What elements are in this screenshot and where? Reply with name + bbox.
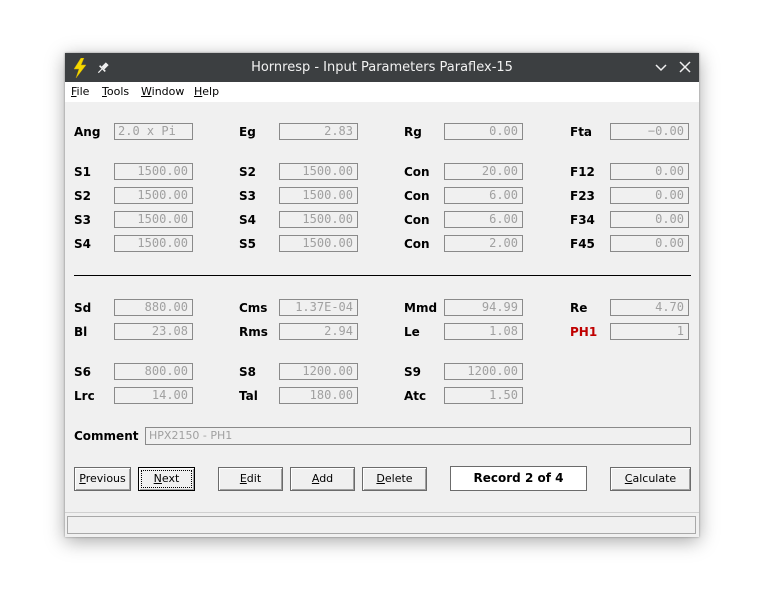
status-separator xyxy=(65,512,699,513)
label-s2: S2 xyxy=(74,189,91,203)
field-ang[interactable]: 2.0 x Pi xyxy=(114,123,193,140)
title-bar[interactable]: Hornresp - Input Parameters Paraflex-15 xyxy=(65,53,699,82)
label-s2-right: S2 xyxy=(239,165,256,179)
label-atc: Atc xyxy=(404,389,427,403)
section-divider xyxy=(74,275,691,276)
label-s6: S6 xyxy=(74,365,91,379)
window-title: Hornresp - Input Parameters Paraflex-15 xyxy=(251,60,513,75)
field-f12[interactable]: 0.00 xyxy=(610,163,689,180)
field-s6[interactable]: 800.00 xyxy=(114,363,193,380)
label-comment: Comment xyxy=(74,429,139,443)
field-eg[interactable]: 2.83 xyxy=(279,123,358,140)
field-fta[interactable]: −0.00 xyxy=(610,123,689,140)
menu-help[interactable]: Help xyxy=(194,85,219,98)
label-ph1: PH1 xyxy=(570,325,598,339)
label-s4-right: S4 xyxy=(239,213,256,227)
status-bar xyxy=(67,516,696,534)
field-f34[interactable]: 0.00 xyxy=(610,211,689,228)
delete-button[interactable]: Delete xyxy=(362,467,427,491)
field-mmd[interactable]: 94.99 xyxy=(444,299,523,316)
field-con2[interactable]: 6.00 xyxy=(444,187,523,204)
label-fta: Fta xyxy=(570,125,593,139)
field-s8[interactable]: 1200.00 xyxy=(279,363,358,380)
field-s1[interactable]: 1500.00 xyxy=(114,163,193,180)
field-s2-right[interactable]: 1500.00 xyxy=(279,163,358,180)
label-eg: Eg xyxy=(239,125,256,139)
field-con1[interactable]: 20.00 xyxy=(444,163,523,180)
field-lrc[interactable]: 14.00 xyxy=(114,387,193,404)
label-s5-right: S5 xyxy=(239,237,256,251)
label-ang: Ang xyxy=(74,125,101,139)
label-le: Le xyxy=(404,325,420,339)
field-s5-right[interactable]: 1500.00 xyxy=(279,235,358,252)
minimize-chevron-icon[interactable] xyxy=(651,57,671,77)
field-rms[interactable]: 2.94 xyxy=(279,323,358,340)
label-f45: F45 xyxy=(570,237,595,251)
field-f45[interactable]: 0.00 xyxy=(610,235,689,252)
label-con1: Con xyxy=(404,165,430,179)
label-f12: F12 xyxy=(570,165,595,179)
menu-bar: File Tools Window Help xyxy=(65,82,699,102)
field-rg[interactable]: 0.00 xyxy=(444,123,523,140)
label-rms: Rms xyxy=(239,325,268,339)
label-cms: Cms xyxy=(239,301,268,315)
next-button[interactable]: Next xyxy=(138,467,195,491)
label-f23: F23 xyxy=(570,189,595,203)
field-con3[interactable]: 6.00 xyxy=(444,211,523,228)
field-atc[interactable]: 1.50 xyxy=(444,387,523,404)
field-re[interactable]: 4.70 xyxy=(610,299,689,316)
label-sd: Sd xyxy=(74,301,92,315)
field-s9[interactable]: 1200.00 xyxy=(444,363,523,380)
field-s3[interactable]: 1500.00 xyxy=(114,211,193,228)
previous-button[interactable]: Previous xyxy=(74,467,131,491)
field-le[interactable]: 1.08 xyxy=(444,323,523,340)
field-s2[interactable]: 1500.00 xyxy=(114,187,193,204)
label-mmd: Mmd xyxy=(404,301,438,315)
field-cms[interactable]: 1.37E-04 xyxy=(279,299,358,316)
comment-field[interactable]: HPX2150 - PH1 xyxy=(145,427,691,445)
close-icon[interactable] xyxy=(675,57,695,77)
label-s8: S8 xyxy=(239,365,256,379)
label-f34: F34 xyxy=(570,213,595,227)
label-s3: S3 xyxy=(74,213,91,227)
record-indicator: Record 2 of 4 xyxy=(450,466,587,491)
field-ph1[interactable]: 1 xyxy=(610,323,689,340)
label-re: Re xyxy=(570,301,588,315)
field-s4[interactable]: 1500.00 xyxy=(114,235,193,252)
menu-tools[interactable]: Tools xyxy=(102,85,129,98)
label-s4: S4 xyxy=(74,237,91,251)
field-f23[interactable]: 0.00 xyxy=(610,187,689,204)
menu-window[interactable]: Window xyxy=(141,85,184,98)
calculate-button[interactable]: Calculate xyxy=(610,467,691,491)
field-bl[interactable]: 23.08 xyxy=(114,323,193,340)
label-s9: S9 xyxy=(404,365,421,379)
label-bl: Bl xyxy=(74,325,88,339)
field-s4-right[interactable]: 1500.00 xyxy=(279,211,358,228)
field-sd[interactable]: 880.00 xyxy=(114,299,193,316)
add-button[interactable]: Add xyxy=(290,467,355,491)
field-con4[interactable]: 2.00 xyxy=(444,235,523,252)
label-s3-right: S3 xyxy=(239,189,256,203)
edit-button[interactable]: Edit xyxy=(218,467,283,491)
label-s1: S1 xyxy=(74,165,91,179)
field-tal[interactable]: 180.00 xyxy=(279,387,358,404)
label-lrc: Lrc xyxy=(74,389,95,403)
label-con4: Con xyxy=(404,237,430,251)
label-con2: Con xyxy=(404,189,430,203)
main-window: Hornresp - Input Parameters Paraflex-15 … xyxy=(65,53,699,537)
field-s3-right[interactable]: 1500.00 xyxy=(279,187,358,204)
menu-file[interactable]: File xyxy=(71,85,89,98)
label-con3: Con xyxy=(404,213,430,227)
label-rg: Rg xyxy=(404,125,422,139)
label-tal: Tal xyxy=(239,389,258,403)
